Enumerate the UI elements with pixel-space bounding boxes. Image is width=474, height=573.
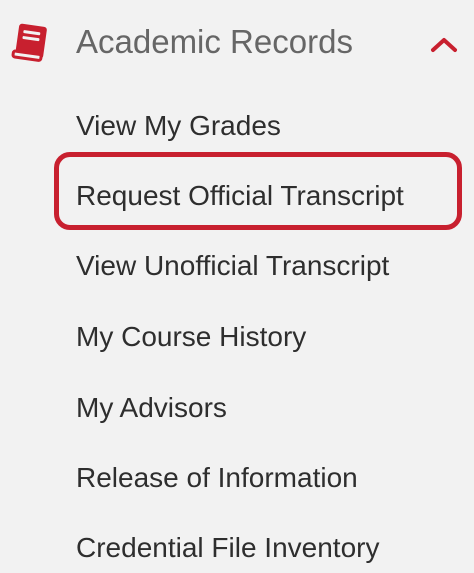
section-title: Academic Records	[76, 23, 353, 60]
book-icon	[8, 20, 52, 64]
menu-item-credential-file-inventory[interactable]: Credential File Inventory	[76, 530, 379, 566]
menu-item-view-my-grades[interactable]: View My Grades	[76, 108, 281, 144]
menu-item-request-official-transcript[interactable]: Request Official Transcript	[76, 178, 404, 214]
academic-records-nav-panel: Academic Records View My Grades Request …	[0, 0, 474, 573]
menu-item-my-course-history[interactable]: My Course History	[76, 319, 306, 355]
menu-item-release-of-information[interactable]: Release of Information	[76, 460, 358, 496]
academic-records-section-header[interactable]: Academic Records	[0, 0, 474, 86]
menu-item-view-unofficial-transcript[interactable]: View Unofficial Transcript	[76, 248, 389, 284]
menu-item-my-advisors[interactable]: My Advisors	[76, 390, 227, 426]
chevron-up-icon[interactable]	[428, 34, 460, 54]
